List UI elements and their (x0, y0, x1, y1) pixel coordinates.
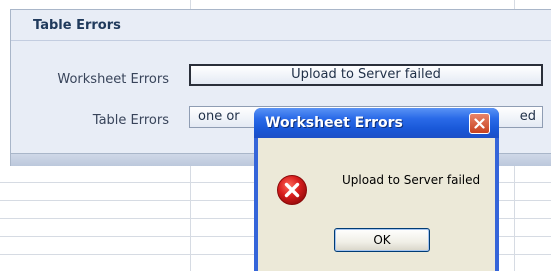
close-button[interactable] (469, 113, 490, 134)
close-icon (474, 118, 485, 129)
panel-divider (11, 40, 551, 41)
table-errors-label: Table Errors (92, 113, 169, 128)
dialog-titlebar[interactable]: Worksheet Errors (254, 108, 499, 138)
worksheet-errors-dialog: Worksheet Errors Upload to Server failed… (254, 108, 499, 271)
dialog-message: Upload to Server failed (342, 173, 481, 187)
table-errors-value-left: one or (198, 109, 240, 124)
ok-button[interactable]: OK (334, 228, 430, 252)
worksheet-errors-field[interactable]: Upload to Server failed (189, 64, 543, 86)
dialog-body: Upload to Server failed OK (258, 138, 495, 271)
panel-title: Table Errors (33, 18, 121, 33)
dialog-title: Worksheet Errors (265, 115, 403, 131)
worksheet-errors-value: Upload to Server failed (291, 67, 441, 82)
error-icon (277, 175, 307, 205)
worksheet-errors-label: Worksheet Errors (57, 72, 169, 87)
table-errors-value-right: ed (519, 109, 536, 124)
